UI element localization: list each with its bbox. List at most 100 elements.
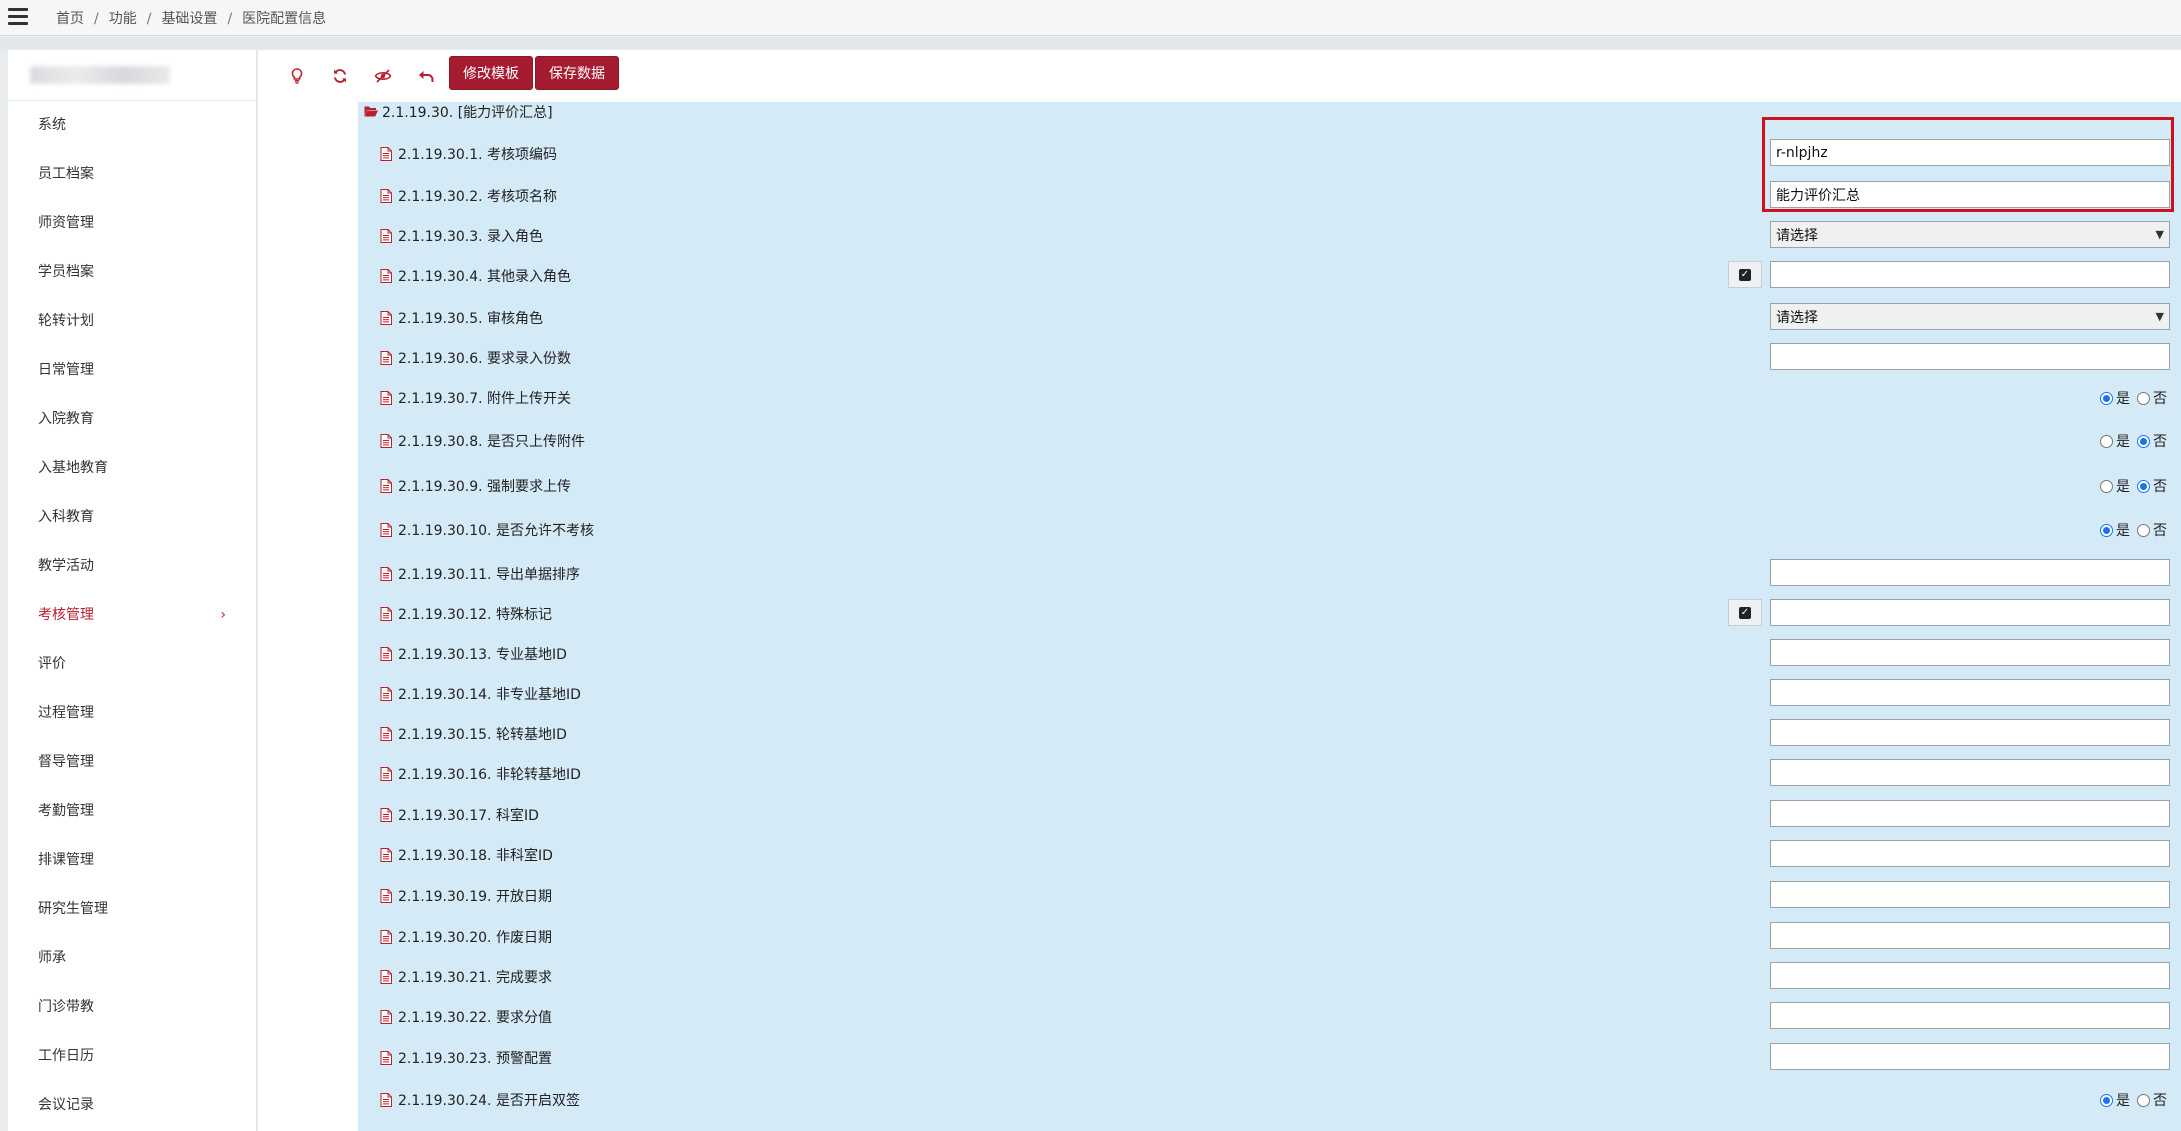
document-icon	[380, 147, 392, 161]
field-label-text: 2.1.19.30.24. 是否开启双签	[398, 1093, 580, 1109]
sidebar-item[interactable]: 研究生管理	[8, 885, 256, 934]
sidebar-item[interactable]: 系统	[8, 101, 256, 150]
sidebar-item[interactable]: 会议记录	[8, 1081, 256, 1130]
edit-template-button[interactable]: 修改模板	[449, 56, 533, 90]
text-field[interactable]	[1770, 759, 2170, 786]
field-label: 2.1.19.30.4. 其他录入角色	[380, 266, 571, 286]
no-label[interactable]: 否	[2153, 1090, 2167, 1110]
yes-label[interactable]: 是	[2116, 520, 2130, 540]
select-value: 请选择	[1776, 227, 1818, 244]
yes-radio[interactable]	[2100, 479, 2113, 493]
text-field[interactable]	[1770, 639, 2170, 666]
sidebar-item[interactable]: 门诊带教	[8, 983, 256, 1032]
breadcrumb-basic-settings[interactable]: 基础设置	[161, 11, 217, 27]
text-field[interactable]	[1770, 881, 2170, 908]
sidebar-item-label: 员工档案	[38, 166, 94, 182]
sidebar-item[interactable]: 考核管理 ›	[8, 591, 256, 640]
text-field[interactable]	[1770, 139, 2170, 166]
text-field[interactable]	[1770, 962, 2170, 989]
sidebar-item-label: 日常管理	[38, 362, 94, 378]
select-dropdown[interactable]: 请选择 ▼	[1770, 221, 2170, 248]
yes-radio[interactable]	[2100, 434, 2113, 448]
document-icon	[380, 808, 392, 822]
text-field[interactable]	[1770, 719, 2170, 746]
no-radio[interactable]	[2137, 1093, 2150, 1107]
sidebar-item[interactable]: 工作日历	[8, 1032, 256, 1081]
field-label-text: 2.1.19.30.23. 预警配置	[398, 1051, 552, 1067]
field-label: 2.1.19.30.3. 录入角色	[380, 226, 543, 246]
text-field[interactable]	[1770, 181, 2170, 208]
field-label: 2.1.19.30.13. 专业基地ID	[380, 644, 567, 664]
text-field[interactable]	[1770, 261, 2170, 288]
text-field[interactable]	[1770, 679, 2170, 706]
sidebar-item[interactable]: 入基地教育	[8, 444, 256, 493]
field-label: 2.1.19.30.22. 要求分值	[380, 1007, 552, 1027]
sidebar-item[interactable]: 督导管理	[8, 738, 256, 787]
field-label-text: 2.1.19.30.20. 作废日期	[398, 930, 552, 946]
yes-label[interactable]: 是	[2116, 1090, 2130, 1110]
text-field[interactable]	[1770, 1043, 2170, 1070]
sidebar-item-label: 会议记录	[38, 1097, 94, 1113]
save-data-button[interactable]: 保存数据	[535, 56, 619, 90]
no-radio[interactable]	[2137, 434, 2150, 448]
sidebar-item-label: 过程管理	[38, 705, 94, 721]
document-icon	[380, 311, 392, 325]
no-label[interactable]: 否	[2153, 388, 2167, 408]
sidebar-item-label: 评价	[38, 656, 66, 672]
yes-radio[interactable]	[2100, 391, 2113, 405]
yes-radio[interactable]	[2100, 1093, 2113, 1107]
document-icon	[380, 647, 392, 661]
text-field[interactable]	[1770, 800, 2170, 827]
sidebar-item[interactable]: 员工档案	[8, 150, 256, 199]
field-label: 2.1.19.30.15. 轮转基地ID	[380, 724, 567, 744]
sidebar-item[interactable]: 师资管理	[8, 199, 256, 248]
breadcrumb-features[interactable]: 功能	[109, 11, 137, 27]
text-field[interactable]	[1770, 559, 2170, 586]
yes-radio[interactable]	[2100, 523, 2113, 537]
lightbulb-icon[interactable]	[284, 64, 310, 88]
sidebar-item[interactable]: 评价	[8, 640, 256, 689]
text-field[interactable]	[1770, 1002, 2170, 1029]
sidebar-item[interactable]: 考勤管理	[8, 787, 256, 836]
refresh-icon[interactable]	[327, 64, 353, 88]
sidebar-item[interactable]: 教学活动	[8, 542, 256, 591]
no-label[interactable]: 否	[2153, 520, 2167, 540]
sidebar-item[interactable]: 入科教育	[8, 493, 256, 542]
form-row: 2.1.19.30.10. 是否允许不考核是否	[358, 514, 2181, 544]
undo-icon[interactable]	[413, 64, 439, 88]
sidebar-item[interactable]: 排课管理	[8, 836, 256, 885]
text-field[interactable]	[1770, 922, 2170, 949]
field-label: 2.1.19.30.12. 特殊标记	[380, 604, 552, 624]
no-radio[interactable]	[2137, 391, 2150, 405]
sidebar-logo	[8, 50, 256, 101]
sidebar-item[interactable]: 轮转计划	[8, 297, 256, 346]
select-dropdown[interactable]: 请选择 ▼	[1770, 303, 2170, 330]
no-label[interactable]: 否	[2153, 431, 2167, 451]
yes-label[interactable]: 是	[2116, 388, 2130, 408]
sidebar-item[interactable]: 日常管理	[8, 346, 256, 395]
yes-label[interactable]: 是	[2116, 476, 2130, 496]
checkbox-toggle[interactable]: ✓	[1728, 261, 1762, 288]
document-icon	[380, 687, 392, 701]
no-radio[interactable]	[2137, 479, 2150, 493]
form-row: 2.1.19.30.7. 附件上传开关是否	[358, 382, 2181, 412]
yes-label[interactable]: 是	[2116, 431, 2130, 451]
sidebar-item[interactable]: 过程管理	[8, 689, 256, 738]
hamburger-menu-icon[interactable]	[8, 8, 28, 26]
sidebar-item[interactable]: 学员档案	[8, 248, 256, 297]
field-label: 2.1.19.30.21. 完成要求	[380, 967, 552, 987]
no-label[interactable]: 否	[2153, 476, 2167, 496]
text-field[interactable]	[1770, 599, 2170, 626]
sidebar-item[interactable]: 师承	[8, 934, 256, 983]
text-field[interactable]	[1770, 840, 2170, 867]
breadcrumb-home[interactable]: 首页	[56, 11, 84, 27]
no-radio[interactable]	[2137, 523, 2150, 537]
eye-slash-icon[interactable]	[370, 64, 396, 88]
breadcrumb-current: 医院配置信息	[242, 11, 327, 27]
form-row: 2.1.19.30.6. 要求录入份数	[358, 342, 2181, 372]
sidebar-item[interactable]: 入院教育	[8, 395, 256, 444]
checkbox-toggle[interactable]: ✓	[1728, 599, 1762, 626]
radio-group: 是否	[2100, 476, 2171, 496]
section-header[interactable]: 2.1.19.30. [能力评价汇总]	[364, 102, 553, 124]
text-field[interactable]	[1770, 343, 2170, 370]
